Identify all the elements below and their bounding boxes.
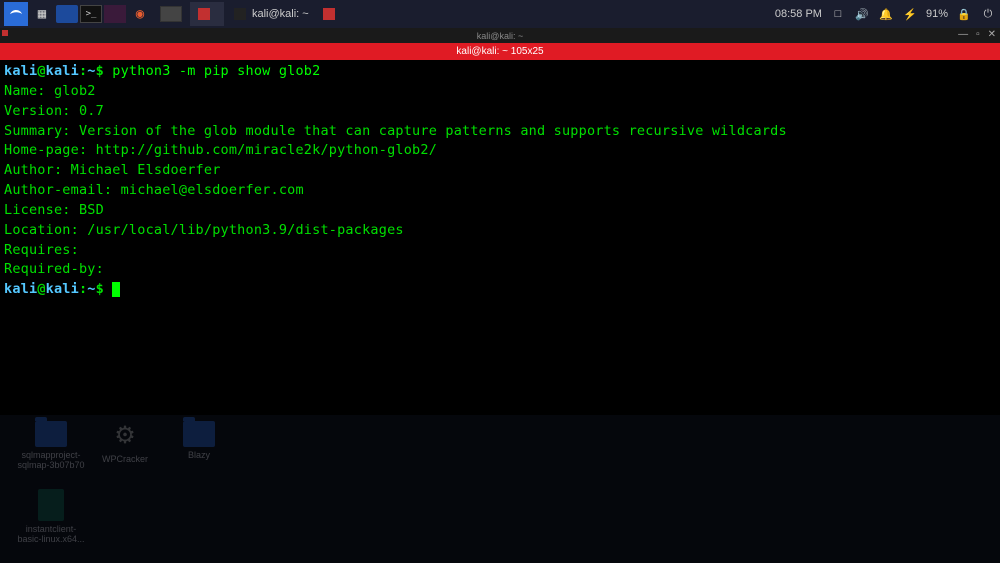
gear-icon: ⚙ (110, 421, 140, 451)
terminal-line-prompt: kali@kali:~$ (4, 280, 996, 300)
desktop-icon-label: sqlmapproject-sqlmap-3b07b70 (16, 451, 86, 471)
desktop-icon-label: Blazy (188, 451, 210, 461)
terminal-output-line: License: BSD (4, 201, 996, 221)
burp-icon[interactable]: ◉ (128, 2, 152, 26)
terminal-titlebar-inner[interactable]: kali@kali: ~ 105x25 (0, 43, 1000, 60)
terminal-title-small: kali@kali: ~ (477, 31, 523, 41)
battery-icon[interactable]: ⚡ (902, 6, 918, 22)
desktop-icon-label: instantclient-basic-linux.x64... (16, 525, 86, 545)
desktop-icon[interactable]: instantclient-basic-linux.x64... (16, 489, 86, 545)
power-icon[interactable]: ⏻ (980, 6, 996, 22)
notifications-icon[interactable]: 🔔 (878, 6, 894, 22)
task-thumb-icon (198, 8, 210, 20)
terminal-output-line: Author-email: michael@elsdoerfer.com (4, 181, 996, 201)
taskbar-left: ▦ >_ ◉ kali@kali: ~ (4, 2, 339, 26)
workspace-1[interactable] (160, 6, 182, 22)
terminal-output-line: Location: /usr/local/lib/python3.9/dist-… (4, 221, 996, 241)
terminal-output-line: Summary: Version of the glob module that… (4, 122, 996, 142)
text-editor-icon[interactable] (104, 5, 126, 23)
desktop-icon[interactable]: Blazy (164, 421, 234, 471)
terminal-title-main: kali@kali: ~ 105x25 (456, 46, 543, 57)
window-indicator (2, 30, 8, 36)
files-icon[interactable] (56, 5, 78, 23)
cursor (112, 282, 120, 297)
taskbar-task-3[interactable] (319, 2, 339, 26)
lock-icon[interactable]: 🔒 (956, 6, 972, 22)
terminal-body[interactable]: kali@kali:~$ python3 -m pip show glob2 N… (0, 60, 1000, 302)
terminal-output-line: Requires: (4, 241, 996, 261)
battery-percent: 91% (926, 8, 948, 20)
folder-icon (35, 421, 67, 447)
task-thumb-icon (234, 8, 246, 20)
task-thumb-icon (323, 8, 335, 20)
terminal-output-line: Name: glob2 (4, 82, 996, 102)
terminal-output: Name: glob2Version: 0.7Summary: Version … (4, 82, 996, 280)
terminal-output-line: Author: Michael Elsdoerfer (4, 161, 996, 181)
desktop-icon[interactable]: sqlmapproject-sqlmap-3b07b70 (16, 421, 86, 471)
clock[interactable]: 08:58 PM (775, 8, 822, 20)
close-button[interactable]: ✕ (988, 29, 996, 40)
terminal-output-line: Home-page: http://github.com/miracle2k/p… (4, 141, 996, 161)
desktop-icon[interactable]: ⚙ WPCracker (90, 421, 160, 471)
app-launcher-icon[interactable]: ▦ (30, 2, 54, 26)
terminal-output-line: Required-by: (4, 260, 996, 280)
kali-menu-button[interactable] (4, 2, 28, 26)
folder-icon (183, 421, 215, 447)
maximize-button[interactable]: ▫ (976, 29, 980, 40)
minimize-button[interactable]: — (958, 29, 968, 40)
terminal-launcher-icon[interactable]: >_ (80, 5, 102, 23)
virtualbox-icon[interactable]: □ (830, 6, 846, 22)
desktop-icon-label: WPCracker (102, 455, 148, 465)
taskbar-task-terminal[interactable]: kali@kali: ~ (226, 2, 317, 26)
archive-icon (38, 489, 64, 521)
terminal-titlebar-outer[interactable]: kali@kali: ~ — ▫ ✕ (0, 28, 1000, 43)
taskbar-right: 08:58 PM □ 🔊 🔔 ⚡ 91% 🔒 ⏻ (775, 6, 996, 22)
taskbar-task-1[interactable] (190, 2, 224, 26)
terminal-output-line: Version: 0.7 (4, 102, 996, 122)
volume-icon[interactable]: 🔊 (854, 6, 870, 22)
terminal-window[interactable]: kali@kali: ~ — ▫ ✕ kali@kali: ~ 105x25 k… (0, 28, 1000, 415)
workspace-switcher[interactable] (160, 6, 182, 22)
taskbar: ▦ >_ ◉ kali@kali: ~ 08:58 PM □ 🔊 🔔 ⚡ 91%… (0, 0, 1000, 28)
terminal-line-command: kali@kali:~$ python3 -m pip show glob2 (4, 62, 996, 82)
